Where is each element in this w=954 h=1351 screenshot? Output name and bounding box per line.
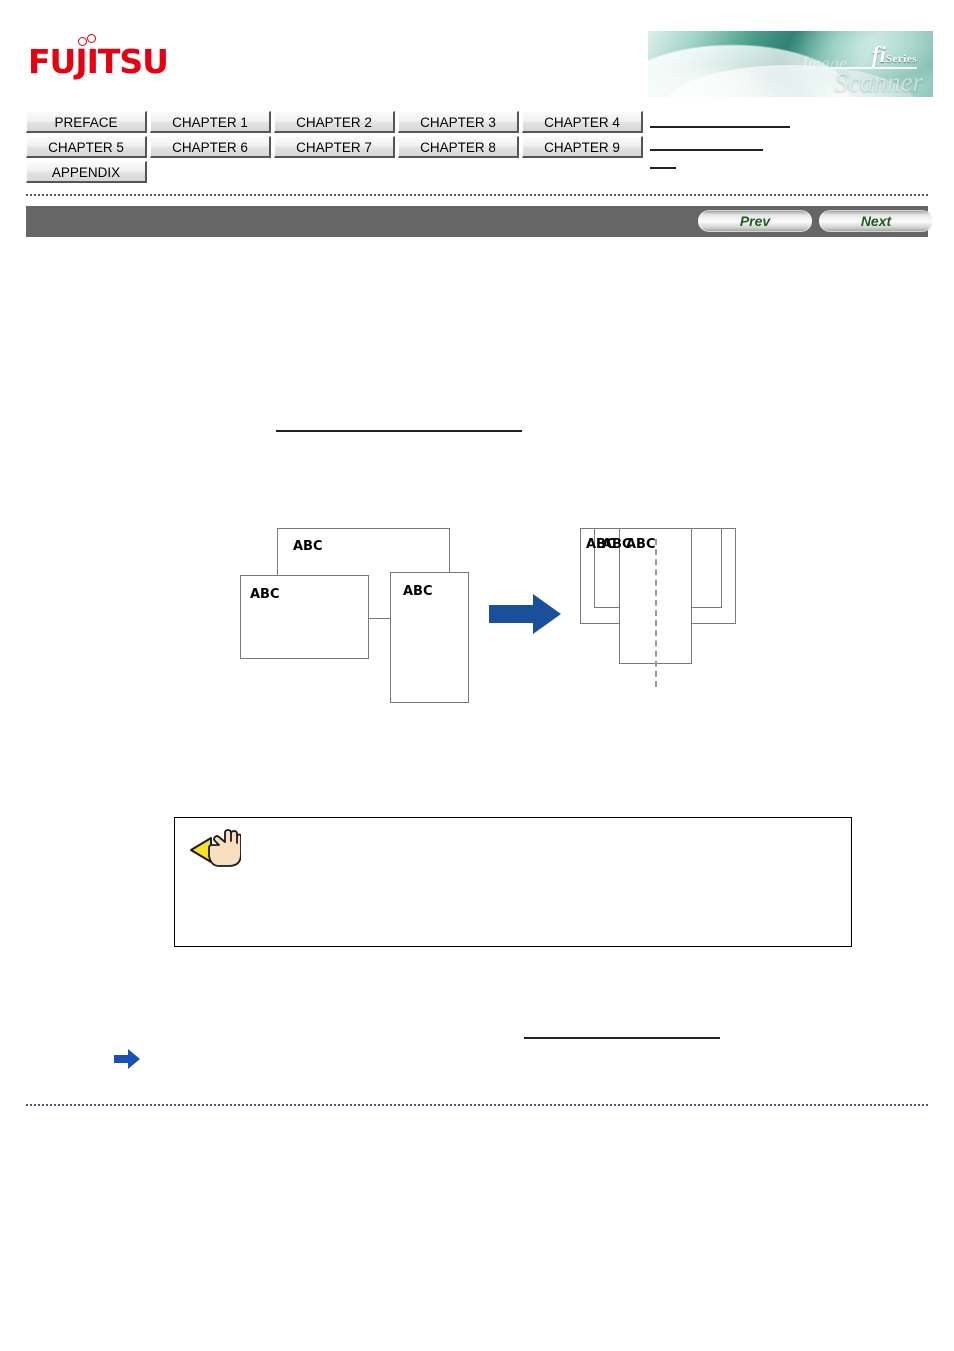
tab-preface[interactable]: PREFACE xyxy=(26,111,147,133)
series-text: Series xyxy=(885,53,917,65)
blue-right-arrow-icon xyxy=(114,1049,140,1069)
chapter-tab-navigation: PREFACE CHAPTER 1 CHAPTER 2 CHAPTER 3 CH… xyxy=(26,111,666,186)
tab-row-3: APPENDIX xyxy=(26,161,666,183)
fujitsu-logo-dots xyxy=(78,34,100,46)
doc-unaligned-top-label: ABC xyxy=(293,539,323,554)
tab-chapter-4[interactable]: CHAPTER 4 xyxy=(522,111,643,133)
page-toolbar: Prev Next xyxy=(26,206,933,237)
nav-link-rule-3[interactable] xyxy=(650,167,676,169)
tab-chapter-9[interactable]: CHAPTER 9 xyxy=(522,136,643,158)
banner-scanner-word: Scanner xyxy=(834,67,923,97)
fi-mark-underline xyxy=(831,67,917,69)
doc-unaligned-right-label: ABC xyxy=(403,584,433,599)
tab-appendix[interactable]: APPENDIX xyxy=(26,161,147,183)
doc-unaligned-left-label: ABC xyxy=(250,587,280,602)
prev-button[interactable]: Prev xyxy=(698,210,812,232)
hand-hint-icon xyxy=(190,829,241,867)
nav-link-rule-1[interactable] xyxy=(650,126,790,128)
fi-series-banner: Image Scanner fiSeries xyxy=(648,31,933,97)
tab-chapter-8[interactable]: CHAPTER 8 xyxy=(398,136,519,158)
hint-note-box xyxy=(174,817,852,947)
tab-chapter-2[interactable]: CHAPTER 2 xyxy=(274,111,395,133)
tab-row-1: PREFACE CHAPTER 1 CHAPTER 2 CHAPTER 3 CH… xyxy=(26,111,666,133)
fujitsu-logo: FUJITSU xyxy=(28,34,169,81)
fi-text: fi xyxy=(871,42,886,67)
nav-link-rule-2[interactable] xyxy=(650,149,763,151)
tab-row-2: CHAPTER 5 CHAPTER 6 CHAPTER 7 CHAPTER 8 … xyxy=(26,136,666,158)
tab-chapter-1[interactable]: CHAPTER 1 xyxy=(150,111,271,133)
page-header: FUJITSU Image Scanner fiSeries xyxy=(0,0,954,105)
dotted-separator-top xyxy=(26,194,928,196)
section-heading-rule xyxy=(276,430,522,432)
blue-flow-arrow-icon xyxy=(489,594,561,634)
doc-aligned-front-label: ABC xyxy=(626,537,656,552)
document-alignment-diagram: ABC ABC ABC ABC ABC ABC xyxy=(236,515,746,715)
dotted-separator-bottom xyxy=(26,1104,928,1106)
reference-heading-rule xyxy=(524,1037,720,1039)
next-button[interactable]: Next xyxy=(819,210,933,232)
tab-chapter-7[interactable]: CHAPTER 7 xyxy=(274,136,395,158)
tab-chapter-3[interactable]: CHAPTER 3 xyxy=(398,111,519,133)
tab-chapter-6[interactable]: CHAPTER 6 xyxy=(150,136,271,158)
tab-chapter-5[interactable]: CHAPTER 5 xyxy=(26,136,147,158)
center-alignment-dashed-line xyxy=(655,539,657,687)
fujitsu-wordmark: FUJITSU xyxy=(28,42,169,81)
fi-series-mark: fiSeries xyxy=(872,43,917,66)
